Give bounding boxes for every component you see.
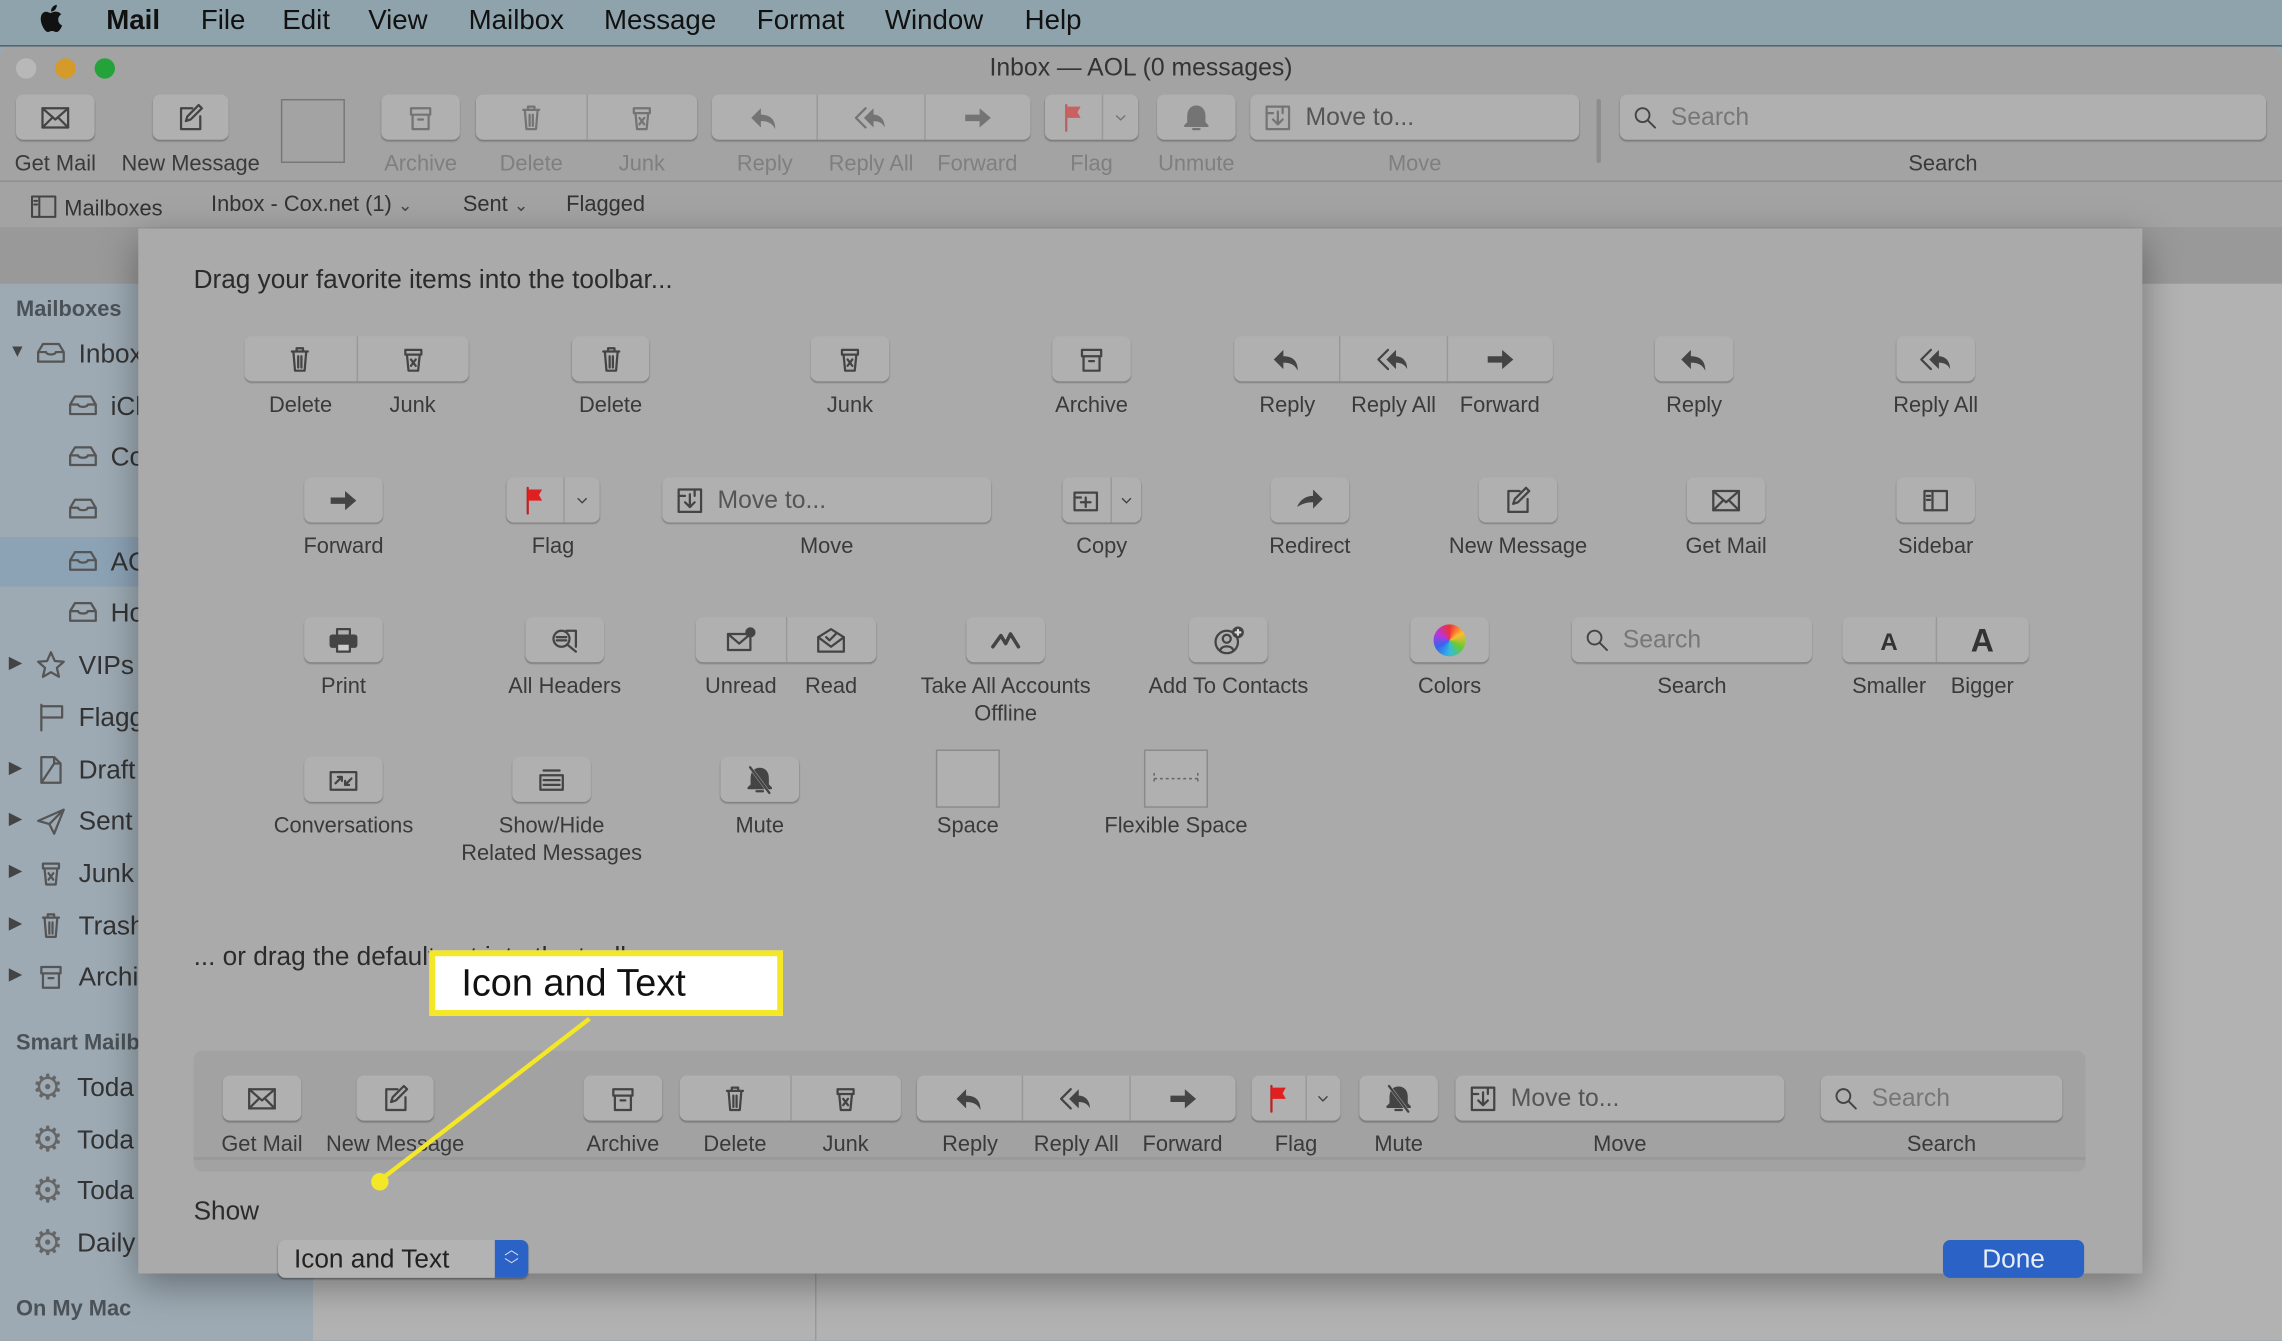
- callout-line: [371, 1017, 591, 1191]
- callout-pointer: [378, 1017, 591, 1183]
- callout-box: Icon and Text: [429, 950, 784, 1016]
- callout-dot: [371, 1173, 389, 1191]
